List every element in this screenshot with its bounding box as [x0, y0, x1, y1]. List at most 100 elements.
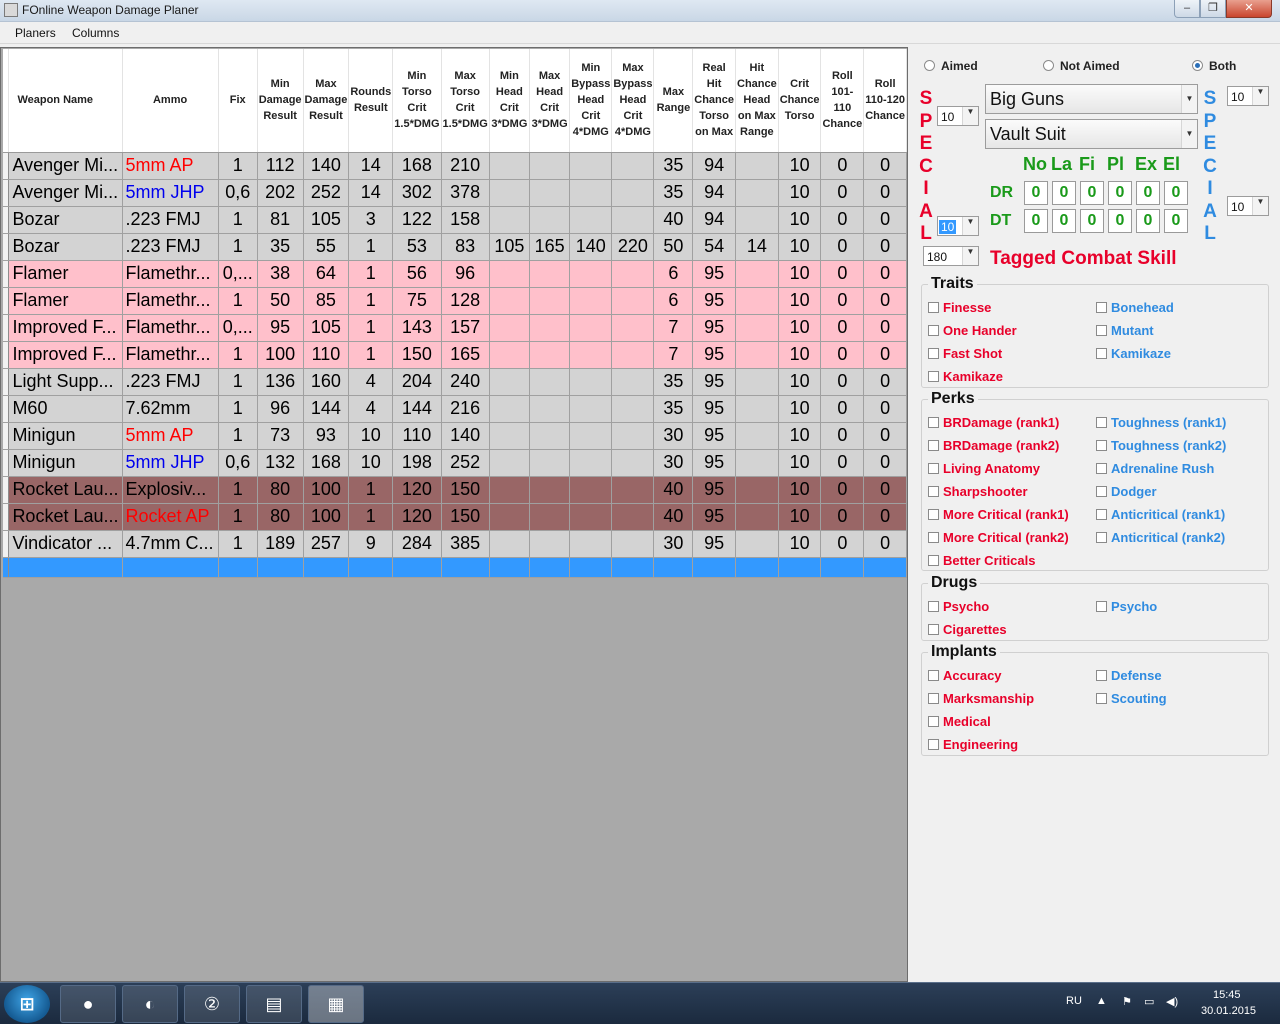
- fonline-2-icon[interactable]: ②: [184, 985, 240, 1023]
- cell-crit[interactable]: 10: [778, 449, 822, 477]
- cell-maxbh[interactable]: [611, 287, 655, 315]
- cell-minhc[interactable]: [489, 476, 530, 504]
- column-header[interactable]: Max Head Crit 3*DMG: [529, 49, 571, 153]
- cell-mintc[interactable]: 120: [392, 476, 442, 504]
- column-header[interactable]: Min Bypass Head Crit 4*DMG: [569, 49, 613, 153]
- table-row[interactable]: Flamer Flamethr... 0,... 38 64 1 56 96 6 95 10 0 0: [3, 260, 907, 288]
- dt-value-box[interactable]: 0: [1080, 209, 1104, 233]
- table-row[interactable]: Rocket Lau... Rocket AP 1 80 100 1 120 150 40 95 1…: [3, 503, 907, 531]
- cell-name[interactable]: Avenger Mi...: [8, 179, 123, 207]
- table-row[interactable]: Light Supp... .223 FMJ 1 136 160 4 204 240 35 95 1…: [3, 368, 907, 396]
- cell-hch[interactable]: [735, 260, 779, 288]
- perks-checkbox[interactable]: Better Criticals: [928, 553, 1035, 568]
- implants-checkbox[interactable]: Medical: [928, 714, 991, 729]
- cell-mintc[interactable]: 144: [392, 395, 442, 423]
- weapon-planer-app-icon[interactable]: ▦: [308, 985, 364, 1023]
- checkbox-square[interactable]: [928, 555, 939, 566]
- cell-r2[interactable]: 0: [863, 530, 907, 558]
- table-row[interactable]: Avenger Mi... 5mm JHP 0,6 202 252 14 302 378 35 9…: [3, 179, 907, 207]
- cell-rhc[interactable]: 95: [692, 395, 736, 423]
- cell-r2[interactable]: 0: [863, 206, 907, 234]
- cell-maxhc[interactable]: [529, 503, 571, 531]
- cell-maxbh[interactable]: [611, 368, 655, 396]
- cell-fix[interactable]: 1: [218, 287, 258, 315]
- traits-checkbox[interactable]: One Hander: [928, 323, 1017, 338]
- cell-r1[interactable]: 0: [820, 341, 865, 369]
- cell-range[interactable]: 30: [653, 449, 694, 477]
- cell-crit[interactable]: 10: [778, 206, 822, 234]
- cell-hch[interactable]: 14: [735, 233, 779, 261]
- cell-range[interactable]: 6: [653, 287, 694, 315]
- weapon-grid[interactable]: Weapon Name Ammo Fix Min Damage Result M…: [0, 47, 908, 982]
- chevron-down-icon[interactable]: ▼: [962, 217, 978, 235]
- cell-ammo[interactable]: .223 FMJ: [122, 206, 219, 234]
- perks-checkbox[interactable]: More Critical (rank2): [928, 530, 1069, 545]
- dr-value-box[interactable]: 0: [1052, 181, 1076, 205]
- checkbox-square[interactable]: [1096, 670, 1107, 681]
- cell-mintc[interactable]: 198: [392, 449, 442, 477]
- action-center-icon[interactable]: ⚑: [1122, 995, 1132, 1008]
- chevron-down-icon[interactable]: ▼: [1252, 197, 1268, 215]
- cell-min[interactable]: 38: [257, 260, 304, 288]
- cell-hch[interactable]: [735, 368, 779, 396]
- cell-maxtc[interactable]: 378: [441, 179, 490, 207]
- cell-ammo[interactable]: Flamethr...: [122, 287, 219, 315]
- cell-maxbh[interactable]: [611, 422, 655, 450]
- empty-cell[interactable]: [489, 557, 530, 578]
- cell-r1[interactable]: 0: [820, 314, 865, 342]
- dt-value-box[interactable]: 0: [1024, 209, 1048, 233]
- empty-cell[interactable]: [392, 557, 442, 578]
- special-right-mid-combo[interactable]: 10 ▼: [1227, 196, 1269, 216]
- cell-minbh[interactable]: [569, 476, 613, 504]
- checkbox-square[interactable]: [1096, 693, 1107, 704]
- checkbox-square[interactable]: [928, 716, 939, 727]
- cell-hch[interactable]: [735, 287, 779, 315]
- cell-maxhc[interactable]: [529, 314, 571, 342]
- cell-rhc[interactable]: 94: [692, 179, 736, 207]
- implants-checkbox[interactable]: Marksmanship: [928, 691, 1034, 706]
- cell-rhc[interactable]: 54: [692, 233, 736, 261]
- cell-minbh[interactable]: [569, 206, 613, 234]
- radio-circle[interactable]: [1043, 60, 1054, 71]
- radio-circle[interactable]: [1192, 60, 1203, 71]
- checkbox-square[interactable]: [928, 348, 939, 359]
- cell-maxtc[interactable]: 210: [441, 152, 490, 180]
- table-row[interactable]: Improved F... Flamethr... 0,... 95 105 1 143 15…: [3, 314, 907, 342]
- cell-rhc[interactable]: 95: [692, 476, 736, 504]
- empty-cell[interactable]: [569, 557, 613, 578]
- cell-r1[interactable]: 0: [820, 368, 865, 396]
- start-button[interactable]: ⊞: [4, 985, 50, 1023]
- minimize-button[interactable]: –: [1174, 0, 1200, 18]
- cell-maxtc[interactable]: 252: [441, 449, 490, 477]
- checkbox-square[interactable]: [1096, 325, 1107, 336]
- cell-ammo[interactable]: 4.7mm C...: [122, 530, 219, 558]
- cell-fix[interactable]: 0,...: [218, 314, 258, 342]
- drugs-checkbox[interactable]: Cigarettes: [928, 622, 1007, 637]
- cell-r2[interactable]: 0: [863, 179, 907, 207]
- perks-checkbox[interactable]: Toughness (rank2): [1096, 438, 1226, 453]
- cell-minbh[interactable]: [569, 449, 613, 477]
- cell-min[interactable]: 189: [257, 530, 304, 558]
- tray-chevron-icon[interactable]: ▲: [1096, 995, 1107, 1007]
- cell-maxhc[interactable]: [529, 341, 571, 369]
- cell-r1[interactable]: 0: [820, 422, 865, 450]
- cell-mintc[interactable]: 284: [392, 530, 442, 558]
- firefox-icon[interactable]: ●: [60, 985, 116, 1023]
- special-left-top-combo[interactable]: 10 ▼: [937, 106, 979, 126]
- cell-r1[interactable]: 0: [820, 152, 865, 180]
- column-header[interactable]: Max Range: [653, 49, 694, 153]
- steam-icon[interactable]: ◐: [122, 985, 178, 1023]
- table-row[interactable]: Minigun 5mm JHP 0,6 132 168 10 198 252 30 95 10 0 0: [3, 449, 907, 477]
- cell-crit[interactable]: 10: [778, 341, 822, 369]
- cell-name[interactable]: Bozar: [8, 206, 123, 234]
- cell-min[interactable]: 81: [257, 206, 304, 234]
- empty-cell[interactable]: [820, 557, 865, 578]
- table-row[interactable]: Avenger Mi... 5mm AP 1 112 140 14 168 210 35 94 10…: [3, 152, 907, 180]
- cell-r1[interactable]: 0: [820, 503, 865, 531]
- cell-rhc[interactable]: 95: [692, 422, 736, 450]
- skill-combo[interactable]: Big Guns ▼: [985, 84, 1198, 114]
- dt-value-box[interactable]: 0: [1164, 209, 1188, 233]
- cell-hch[interactable]: [735, 530, 779, 558]
- new-row[interactable]: [3, 557, 907, 578]
- cell-range[interactable]: 6: [653, 260, 694, 288]
